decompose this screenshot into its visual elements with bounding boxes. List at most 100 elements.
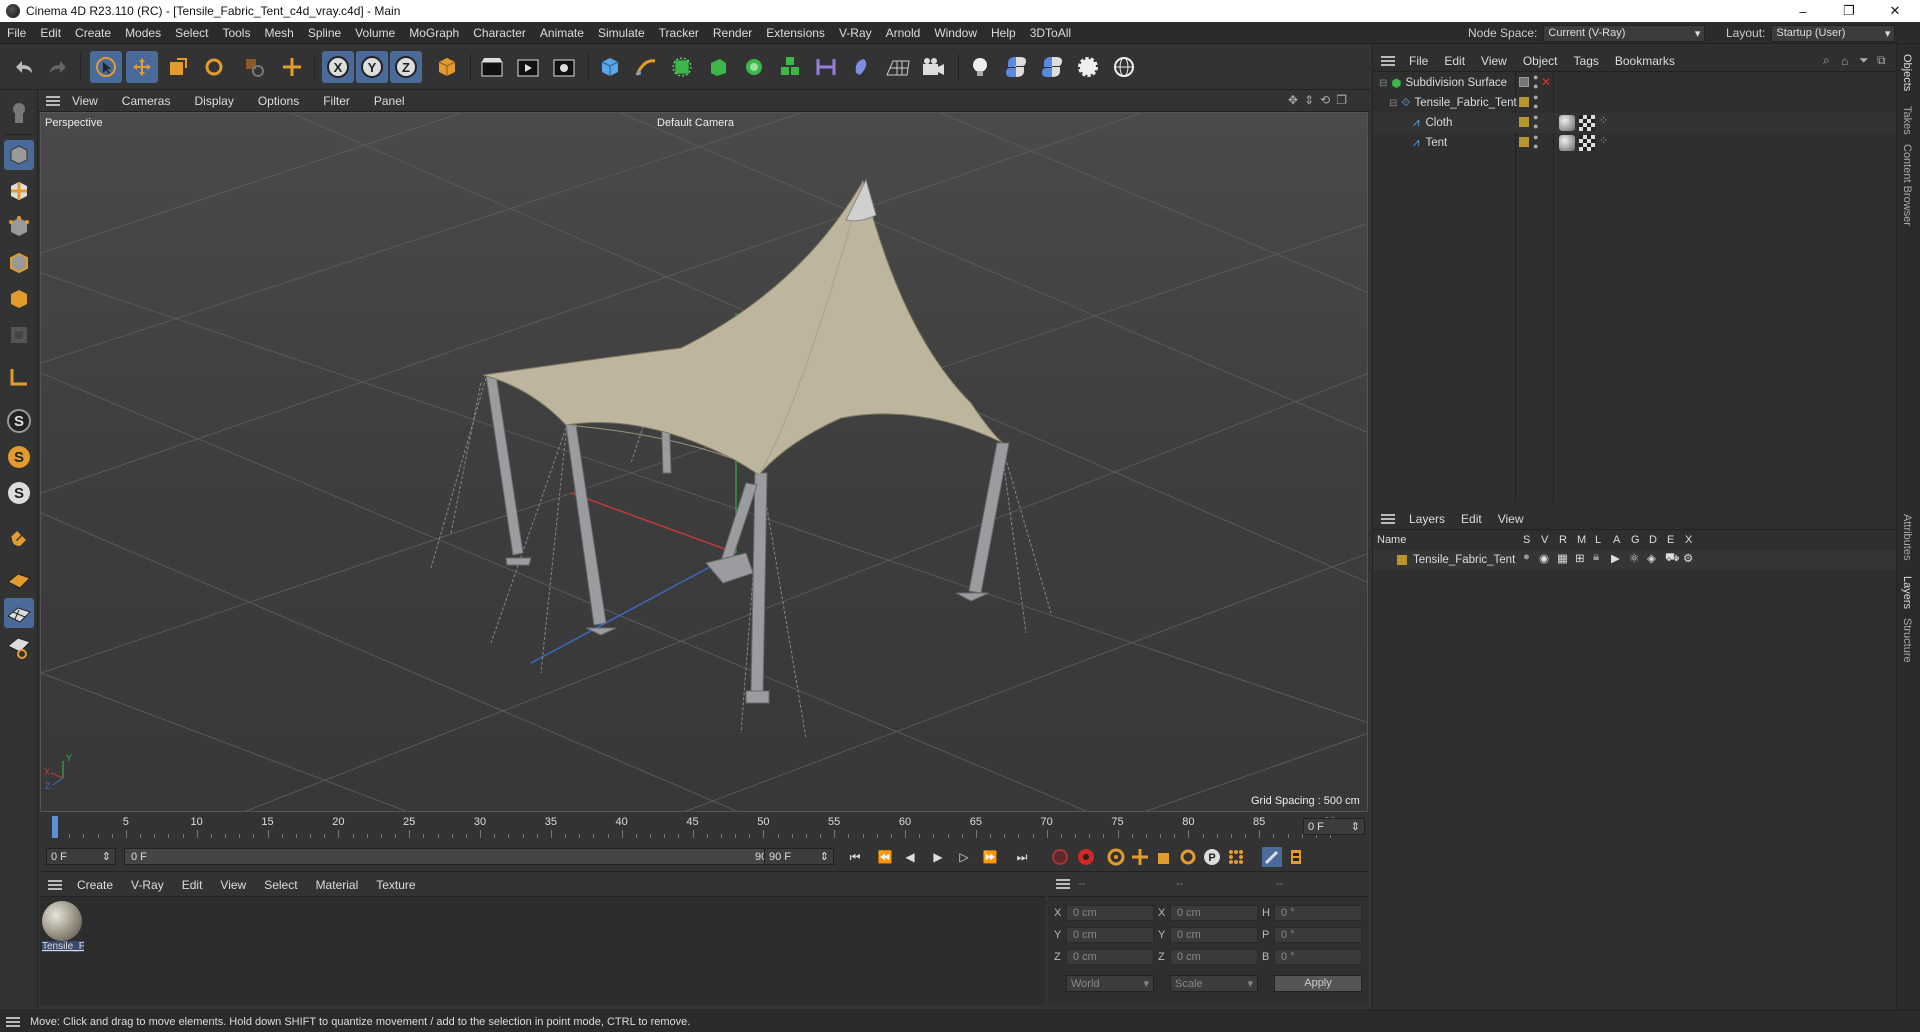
layer-off-icon[interactable] <box>1519 77 1529 87</box>
z-axis-lock-button[interactable]: Z <box>390 51 422 83</box>
menu-tracker[interactable]: Tracker <box>652 26 706 40</box>
object-row-tensile-fabric-tent[interactable]: ⊟ ⟐ Tensile_Fabric_Tent ● ● <box>1373 93 1897 113</box>
tab-takes[interactable]: Takes <box>1901 106 1913 135</box>
xref-icon[interactable]: ⚙ <box>1683 551 1693 565</box>
extrude-button[interactable] <box>702 51 734 83</box>
locked-workplane-button[interactable] <box>4 632 34 662</box>
layer-menu-layers[interactable]: Layers <box>1401 512 1453 526</box>
filter-icon[interactable]: ⏷ <box>1859 53 1869 68</box>
obj-menu-view[interactable]: View <box>1473 54 1515 68</box>
menu-edit[interactable]: Edit <box>33 26 68 40</box>
layer-row-tensile-fabric-tent[interactable]: Tensile_Fabric_Tent ● ◉ ▦ ⊞ 🔒︎ ▶ ⚛ ◈ ⛟ ⚙ <box>1373 550 1897 570</box>
menu-window[interactable]: Window <box>927 26 984 40</box>
cloner-button[interactable] <box>738 51 770 83</box>
layer-col-animation[interactable]: A <box>1613 534 1620 546</box>
material-menu-vray[interactable]: V-Ray <box>122 878 173 892</box>
pos-y-field[interactable]: 0 cm <box>1066 927 1154 943</box>
menu-character[interactable]: Character <box>466 26 533 40</box>
go-to-start-button[interactable]: ⏮ <box>845 847 865 867</box>
axis-tool-button[interactable] <box>276 51 308 83</box>
viewport-menu-options[interactable]: Options <box>246 94 311 108</box>
y-axis-lock-button[interactable]: Y <box>356 51 388 83</box>
layer-color-icon[interactable] <box>1519 117 1529 127</box>
move-tool-button[interactable] <box>126 51 158 83</box>
menu-animate[interactable]: Animate <box>533 26 591 40</box>
maximize-view-icon[interactable]: ❐ <box>1336 93 1347 107</box>
home-icon[interactable]: ⌂ <box>1841 54 1848 68</box>
select-tool-button[interactable] <box>90 51 122 83</box>
pan-icon[interactable]: ✥ <box>1288 93 1298 107</box>
obj-menu-edit[interactable]: Edit <box>1436 54 1473 68</box>
minimize-button[interactable]: – <box>1780 0 1826 22</box>
points-mode-button[interactable] <box>4 212 34 242</box>
field-button[interactable] <box>846 51 878 83</box>
menu-simulate[interactable]: Simulate <box>591 26 652 40</box>
uvw-tag-icon[interactable] <box>1579 135 1595 151</box>
snap-settings-button[interactable]: S <box>4 442 34 472</box>
disabled-x-icon[interactable]: ✕ <box>1541 75 1551 89</box>
play-button[interactable]: ▶ <box>928 847 948 867</box>
layer-col-deformers[interactable]: D <box>1649 534 1657 546</box>
close-button[interactable]: ✕ <box>1872 0 1918 22</box>
layer-color-icon[interactable] <box>1519 97 1529 107</box>
render-view-button[interactable] <box>476 51 508 83</box>
x-axis-lock-button[interactable]: X <box>322 51 354 83</box>
material-menu-create[interactable]: Create <box>68 878 122 892</box>
record-button[interactable] <box>1050 847 1070 867</box>
axis-mode-button[interactable] <box>4 362 34 392</box>
visibility-dots-icon[interactable]: ● ● <box>1533 133 1538 151</box>
layer-menu-icon[interactable] <box>1381 513 1395 524</box>
tent-fabric[interactable] <box>482 179 1004 476</box>
object-menu-icon[interactable] <box>1381 55 1395 66</box>
subdivision-surface-button[interactable] <box>666 51 698 83</box>
end-frame-field[interactable]: 90 F ⇕ <box>764 848 834 865</box>
menu-spline[interactable]: Spline <box>301 26 348 40</box>
viewport-scene[interactable]: Y X Z <box>41 113 1368 812</box>
magnet-button[interactable] <box>4 522 34 552</box>
tab-attributes[interactable]: Attributes <box>1901 514 1913 560</box>
tent-model[interactable] <box>430 178 1052 739</box>
vertex-tag-icon[interactable]: ⁘ <box>1599 114 1608 127</box>
workplane-button[interactable] <box>4 564 34 594</box>
menu-3dtoall[interactable]: 3DToAll <box>1023 26 1078 40</box>
rot-h-field[interactable]: 0 ° <box>1274 905 1362 921</box>
layer-menu-edit[interactable]: Edit <box>1453 512 1490 526</box>
size-y-field[interactable]: 0 cm <box>1170 927 1258 943</box>
obj-menu-tags[interactable]: Tags <box>1566 54 1607 68</box>
rotate-tool-button[interactable] <box>198 51 230 83</box>
key-selection-button[interactable] <box>1106 847 1126 867</box>
fcurve-button[interactable] <box>1286 847 1306 867</box>
floor-button[interactable] <box>882 51 914 83</box>
menu-select[interactable]: Select <box>168 26 215 40</box>
menu-vray[interactable]: V-Ray <box>832 26 879 40</box>
tab-structure[interactable]: Structure <box>1901 618 1913 663</box>
python-script-2-button[interactable] <box>1036 51 1068 83</box>
size-z-field[interactable]: 0 cm <box>1170 949 1258 965</box>
layer-col-generators[interactable]: G <box>1631 534 1640 546</box>
layer-col-xref[interactable]: X <box>1685 534 1692 546</box>
python-script-button[interactable] <box>1000 51 1032 83</box>
key-parameter-button[interactable]: P <box>1202 847 1222 867</box>
render-settings-button[interactable] <box>548 51 580 83</box>
previous-key-button[interactable]: ⏪ <box>875 847 895 867</box>
material-menu-texture[interactable]: Texture <box>367 878 424 892</box>
menu-create[interactable]: Create <box>68 26 118 40</box>
timeline-ruler[interactable]: 051015202530354045505560657075808590 0 F… <box>40 812 1368 842</box>
tab-layers[interactable]: Layers <box>1901 576 1913 609</box>
layer-col-manager[interactable]: M <box>1577 534 1586 546</box>
layer-col-view[interactable]: V <box>1541 534 1548 546</box>
camera-button[interactable] <box>918 51 950 83</box>
tab-objects[interactable]: Objects <box>1901 54 1913 91</box>
object-name[interactable]: Subdivision Surface <box>1405 77 1507 89</box>
coordinate-system-button[interactable] <box>430 51 462 83</box>
object-row-tent[interactable]: ⩘ Tent ● ● ⁘ <box>1373 133 1897 153</box>
menu-file[interactable]: File <box>0 26 33 40</box>
solo-dot-icon[interactable]: ● <box>1523 551 1530 563</box>
model-mode-button[interactable] <box>4 140 34 170</box>
pos-x-field[interactable]: 0 cm <box>1066 905 1154 921</box>
material-menu-select[interactable]: Select <box>255 878 306 892</box>
menu-arnold[interactable]: Arnold <box>879 26 928 40</box>
viewport-menu-display[interactable]: Display <box>182 94 245 108</box>
current-frame-field[interactable]: 0 F ⇕ <box>1303 818 1365 835</box>
edges-mode-button[interactable] <box>4 248 34 278</box>
